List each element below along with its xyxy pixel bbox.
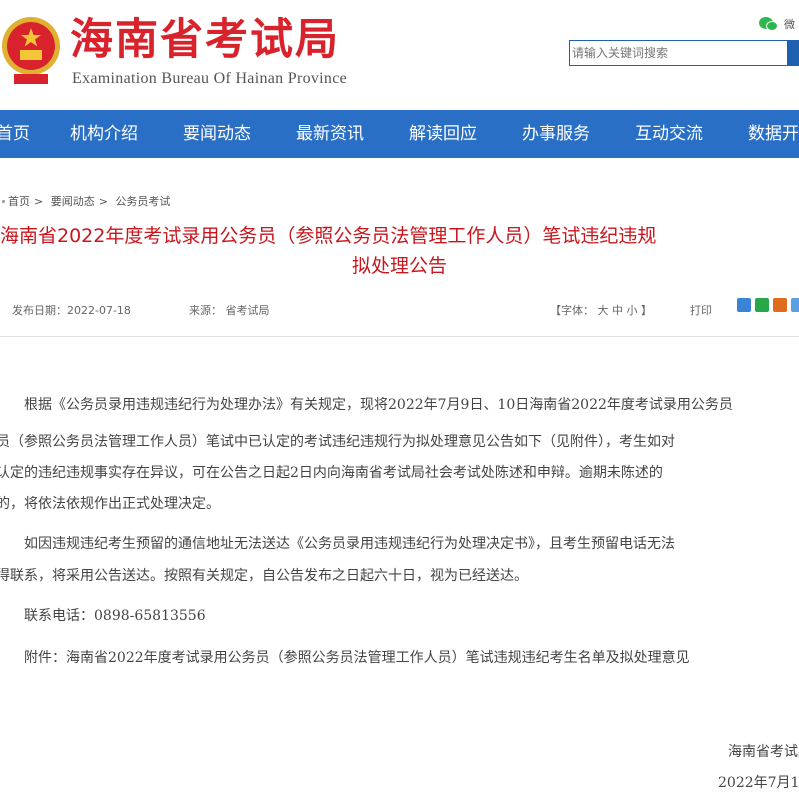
body-line: 根据《公务员录用违规违纪行为处理办法》有关规定，现将2022年7月9日、10日海… [24, 397, 733, 413]
body-line: 得联系，将采用公告送达。按照有关规定，自公告发布之日起六十日，视为已经送达。 [0, 568, 528, 584]
attachment-link[interactable]: 附件：海南省2022年度考试录用公务员（参照公务员法管理工作人员）笔试违规违纪考… [24, 648, 690, 668]
body-line: 如因违规违纪考生预留的通信地址无法送达《公务员录用违规违纪行为处理决定书》，且考… [24, 536, 675, 552]
body-line: 员（参照公务员法管理工作人员）笔试中已认定的考试违纪违规行为拟处理意见公告如下（… [0, 434, 675, 450]
body-line: 的，将依法依规作出正式处理决定。 [0, 496, 220, 512]
article-body: 根据《公务员录用违规违纪行为处理办法》有关规定，现将2022年7月9日、10日海… [0, 0, 799, 800]
signature-date: 2022年7月18日 [718, 775, 799, 791]
contact-phone: 联系电话：0898-65813556 [24, 608, 206, 624]
body-line: 认定的违纪违规事实存在异议，可在公告之日起2日内向海南省考试局社会考试处陈述和申… [0, 465, 663, 481]
signature-org: 海南省考试局 [728, 744, 799, 760]
